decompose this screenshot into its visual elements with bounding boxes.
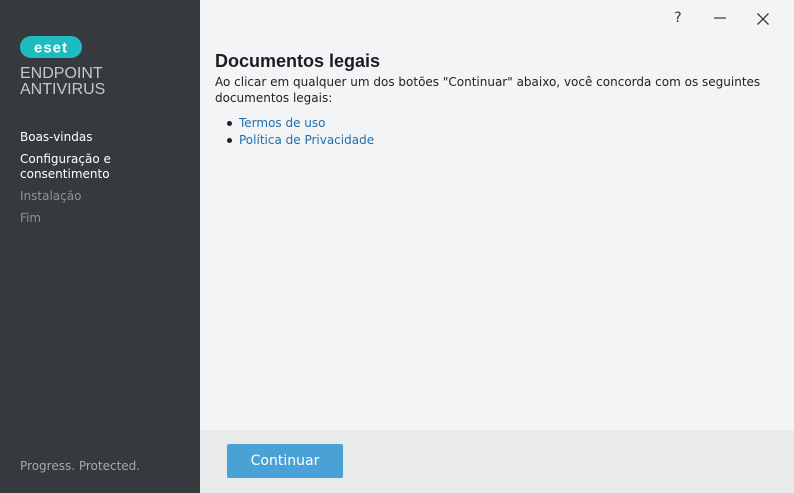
close-button[interactable]: [748, 8, 778, 28]
main-panel: ? Documentos legais Ao clicar em qualque…: [200, 0, 794, 430]
product-name-line1: ENDPOINT: [20, 65, 103, 82]
close-icon: [757, 13, 769, 25]
step-boas-vindas: Boas-vindas: [20, 130, 93, 144]
bullet-icon: [227, 138, 232, 143]
minimize-icon: [714, 17, 726, 19]
help-icon: ?: [674, 10, 682, 26]
minimize-button[interactable]: [705, 8, 735, 28]
tagline: Progress. Protected.: [20, 459, 141, 473]
eset-logo: eset: [20, 36, 82, 58]
bullet-icon: [227, 121, 232, 126]
product-name-line2: ANTIVIRUS: [20, 81, 106, 98]
step-configuracao: Configuração e consentimento: [20, 152, 111, 181]
continue-button[interactable]: Continuar: [227, 444, 343, 478]
step-fim: Fim: [20, 211, 42, 225]
product-name: ENDPOINT ANTIVIRUS: [20, 66, 105, 98]
footer: Continuar: [200, 430, 794, 493]
sidebar: eset ENDPOINT ANTIVIRUS Boas-vindas Conf…: [0, 0, 200, 493]
page-description: Ao clicar em qualquer um dos botões "Con…: [215, 75, 761, 105]
page-title: Documentos legais: [215, 51, 381, 71]
svg-text:eset: eset: [34, 40, 68, 57]
install-steps: Boas-vindas Configuração e consentimento…: [20, 130, 190, 233]
step-instalacao: Instalação: [20, 189, 82, 203]
terms-of-use-link[interactable]: Termos de uso: [239, 115, 326, 132]
privacy-policy-link[interactable]: Política de Privacidade: [239, 132, 374, 149]
help-button[interactable]: ?: [663, 8, 693, 28]
